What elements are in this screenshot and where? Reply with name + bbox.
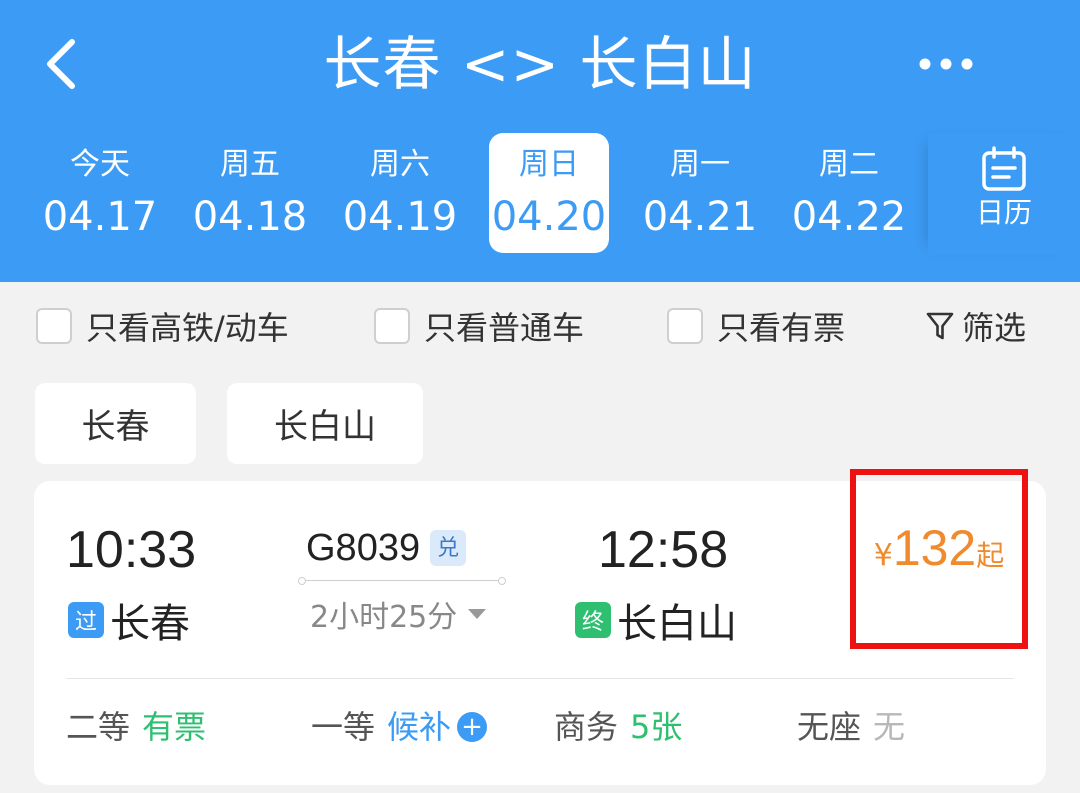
- date-tab-tue[interactable]: 周二 04.22: [779, 133, 919, 253]
- price-highlight-box[interactable]: ¥ 132 起: [850, 469, 1028, 649]
- date-value: 04.19: [342, 194, 458, 240]
- seat-availability: 无: [873, 708, 906, 746]
- duration-toggle[interactable]: 2小时25分: [310, 592, 487, 636]
- date-value: 04.22: [791, 194, 907, 240]
- checkbox[interactable]: [667, 308, 703, 344]
- date-selector: 今天 04.17 周五 04.18 周六 04.19 周日 04.20 周一 0…: [26, 133, 926, 255]
- station-chip-label: 长春: [81, 407, 150, 447]
- train-number-row: G8039 兑: [306, 523, 467, 573]
- filter-available-only[interactable]: 只看有票: [667, 298, 845, 354]
- departure-time: 10:33: [66, 521, 197, 579]
- date-tab-mon[interactable]: 周一 04.21: [630, 133, 770, 253]
- seat-business-class[interactable]: 商务 5张: [554, 707, 682, 747]
- filter-regular-only[interactable]: 只看普通车: [374, 298, 584, 354]
- terminal-tag: 终: [575, 602, 611, 638]
- seat-second-class[interactable]: 二等 有票: [66, 707, 206, 747]
- arrival-time: 12:58: [598, 521, 729, 579]
- calendar-button[interactable]: 日历: [928, 133, 1080, 255]
- filter-button[interactable]: 筛选: [926, 298, 1026, 354]
- date-weekday: 周一: [670, 147, 730, 182]
- seat-name: 无座: [797, 708, 862, 746]
- seat-first-class[interactable]: 一等 候补 +: [311, 707, 488, 747]
- departure-station-row: 过 长春: [68, 591, 190, 649]
- seat-availability: 候补: [387, 708, 452, 746]
- station-chip-label: 长白山: [274, 407, 376, 447]
- plus-circle-icon[interactable]: +: [457, 712, 488, 742]
- more-dots-icon: [919, 58, 973, 70]
- date-value: 04.18: [192, 194, 308, 240]
- date-weekday: 周二: [819, 147, 879, 182]
- seat-availability: 有票: [142, 708, 207, 746]
- station-chip-to[interactable]: 长白山: [227, 383, 423, 464]
- filter-label: 只看有票: [717, 309, 846, 347]
- date-value: 04.21: [642, 194, 758, 240]
- exchange-badge: 兑: [430, 530, 467, 566]
- checkbox[interactable]: [374, 308, 410, 344]
- filter-high-speed-only[interactable]: 只看高铁/动车: [36, 298, 289, 354]
- train-result-card[interactable]: 10:33 过 长春 G8039 兑 2小时25分 12:58 终 长白山 ¥ …: [34, 469, 1046, 785]
- arrival-station: 长白山: [617, 601, 737, 647]
- date-tab-fri[interactable]: 周五 04.18: [180, 133, 320, 253]
- date-weekday: 周五: [220, 147, 280, 182]
- departure-station: 长春: [110, 601, 190, 647]
- date-tab-sun-selected[interactable]: 周日 04.20: [489, 133, 609, 253]
- pass-through-tag: 过: [68, 602, 104, 638]
- price-currency: ¥: [873, 538, 893, 573]
- duration-text: 2小时25分: [310, 600, 458, 635]
- date-weekday: 周日: [519, 147, 579, 182]
- seat-name: 二等: [66, 708, 131, 746]
- caret-down-icon: [468, 609, 487, 619]
- price-suffix: 起: [976, 539, 1005, 572]
- seat-availability: 5张: [630, 708, 683, 746]
- station-chip-from[interactable]: 长春: [35, 383, 196, 464]
- filter-label: 只看普通车: [424, 309, 585, 347]
- calendar-label: 日历: [975, 196, 1032, 229]
- seat-name: 一等: [311, 708, 376, 746]
- funnel-icon: [926, 312, 954, 340]
- date-weekday: 周六: [370, 147, 430, 182]
- header: 长春 <> 长白山 今天 04.17 周五 04.18 周六 04.19 周日 …: [0, 0, 1080, 282]
- filter-button-label: 筛选: [962, 309, 1027, 347]
- filter-bar: 只看高铁/动车 只看普通车 只看有票 筛选: [0, 290, 1080, 362]
- date-tab-today[interactable]: 今天 04.17: [30, 133, 170, 253]
- date-value: 04.20: [491, 194, 607, 240]
- price-amount: 132: [892, 520, 977, 576]
- date-tab-sat[interactable]: 周六 04.19: [330, 133, 470, 253]
- checkbox[interactable]: [36, 308, 72, 344]
- seat-name: 商务: [554, 708, 619, 746]
- calendar-icon: [982, 146, 1026, 191]
- route-line: [298, 577, 506, 585]
- filter-label: 只看高铁/动车: [86, 309, 289, 347]
- date-weekday: 今天: [70, 147, 130, 182]
- train-number: G8039: [306, 527, 421, 569]
- date-value: 04.17: [42, 194, 158, 240]
- seat-no-seat[interactable]: 无座 无: [797, 707, 905, 747]
- price: ¥ 132 起: [874, 519, 1005, 577]
- card-divider: [66, 678, 1014, 679]
- more-button[interactable]: [908, 38, 984, 90]
- arrival-station-row: 终 长白山: [575, 591, 737, 649]
